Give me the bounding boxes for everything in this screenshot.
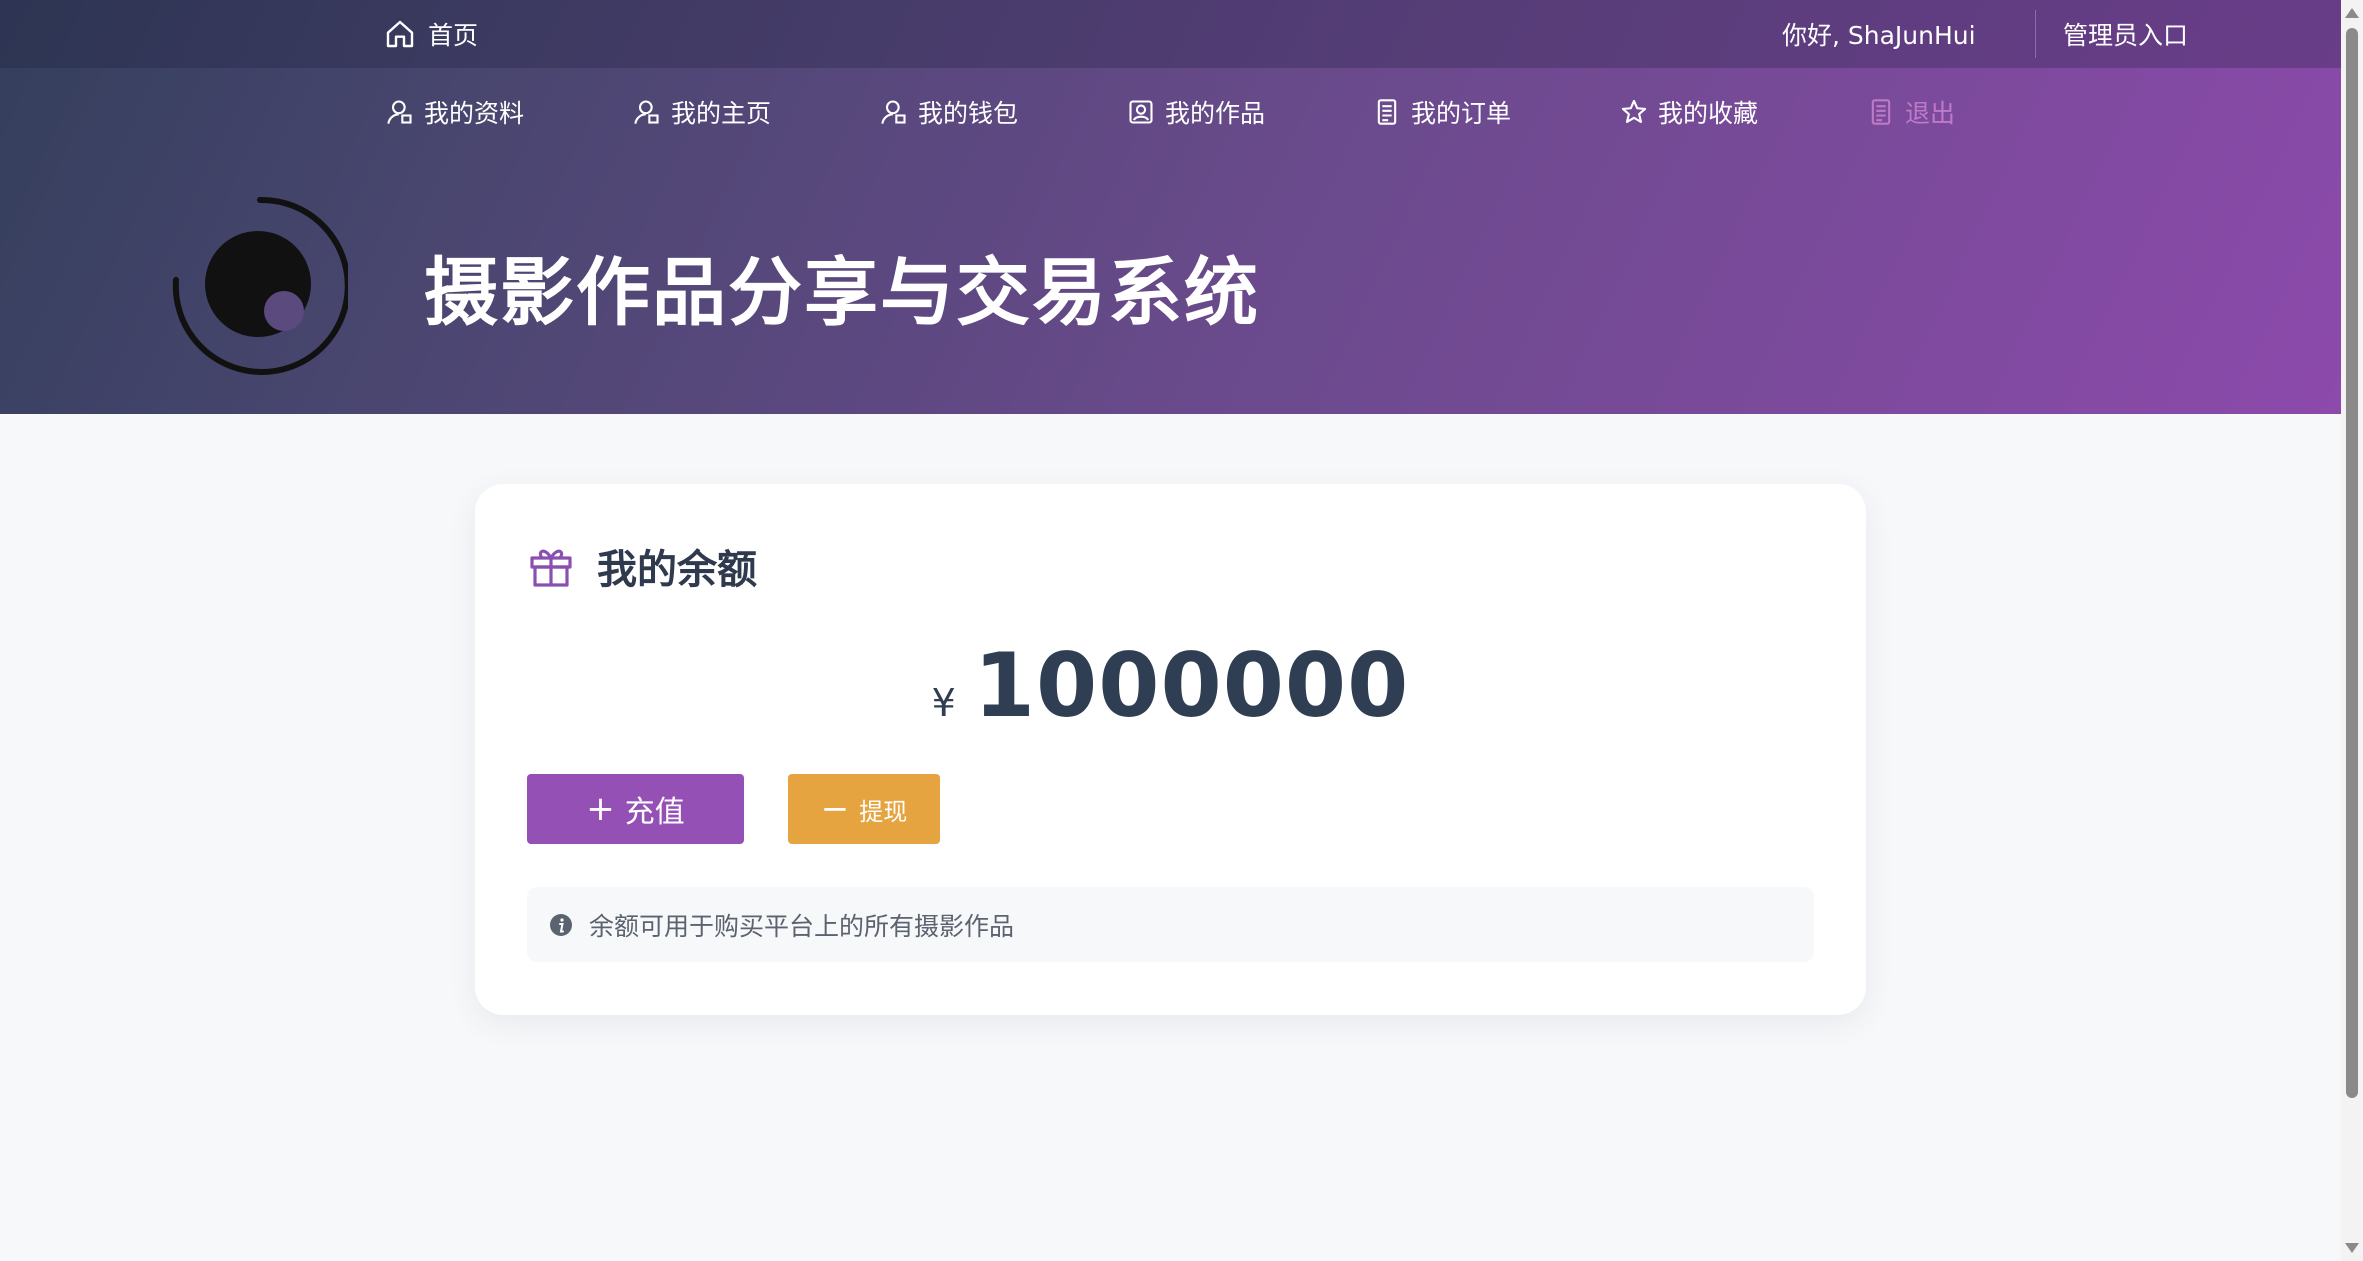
portrait-icon — [1129, 100, 1153, 124]
nav-label: 我的钱包 — [918, 99, 1019, 128]
balance-amount: 1000000 — [973, 634, 1410, 737]
gift-icon — [530, 549, 572, 587]
nav-item-profile[interactable]: 我的资料 — [386, 92, 524, 132]
card-title: 我的余额 — [597, 547, 757, 593]
top-bar: 首页 你好, ShaJunHui 管理员入口 — [0, 0, 2341, 68]
home-link[interactable]: 首页 — [384, 16, 478, 52]
user-greeting: 你好, ShaJunHui — [1782, 21, 1976, 50]
nav-label: 退出 — [1905, 99, 1956, 128]
eclipse-logo — [172, 196, 348, 375]
site-title: 摄影作品分享与交易系统 — [424, 249, 1260, 336]
nav-item-logout[interactable]: 退出 — [1867, 92, 1955, 132]
plus-icon: + — [586, 789, 615, 829]
nav-label: 我的作品 — [1165, 99, 1266, 128]
notice-text: 余额可用于购买平台上的所有摄影作品 — [589, 911, 1015, 941]
nav-item-favorites[interactable]: 我的收藏 — [1620, 92, 1758, 132]
user-icon — [387, 100, 412, 124]
recharge-button[interactable]: + 充值 — [527, 774, 744, 844]
document-icon — [1377, 99, 1397, 125]
star-icon — [1621, 99, 1647, 123]
nav-label: 我的订单 — [1411, 99, 1512, 128]
nav-label: 我的主页 — [671, 99, 772, 128]
nav-label: 我的资料 — [424, 99, 525, 128]
balance-card: 我的余额 ¥ 1000000 + 充值 − 提现 余额可用于购买平台上的所有摄影… — [475, 484, 1866, 1015]
nav-item-works[interactable]: 我的作品 — [1127, 92, 1265, 132]
user-icon — [881, 100, 906, 124]
page-scrollbar[interactable] — [2341, 0, 2363, 1261]
user-icon — [634, 100, 659, 124]
topbar-divider — [2035, 10, 2036, 58]
currency-symbol: ¥ — [931, 681, 956, 725]
recharge-label: 充值 — [624, 795, 685, 830]
scroll-up-arrow[interactable] — [2345, 8, 2359, 18]
balance-notice: 余额可用于购买平台上的所有摄影作品 — [527, 887, 1814, 962]
home-icon — [386, 20, 414, 48]
scroll-down-arrow[interactable] — [2345, 1243, 2359, 1253]
withdraw-label: 提现 — [859, 797, 908, 826]
balance-display: ¥ 1000000 — [475, 634, 1866, 737]
user-nav: 我的资料 我的主页 我的钱包 我的作品 我的订单 我的收藏 退出 — [0, 68, 2341, 156]
info-icon — [550, 913, 572, 936]
nav-item-homepage[interactable]: 我的主页 — [633, 92, 771, 132]
nav-label: 我的收藏 — [1658, 99, 1759, 128]
card-header: 我的余额 — [527, 536, 757, 596]
withdraw-button[interactable]: − 提现 — [788, 774, 940, 844]
admin-entry-link[interactable]: 管理员入口 — [2063, 16, 2188, 52]
nav-item-wallet[interactable]: 我的钱包 — [880, 92, 1018, 132]
minus-icon: − — [820, 789, 850, 829]
nav-item-orders[interactable]: 我的订单 — [1373, 92, 1511, 132]
scroll-thumb[interactable] — [2346, 28, 2358, 1098]
header-banner: 首页 你好, ShaJunHui 管理员入口 我的资料 我的主页 我的钱包 我的… — [0, 0, 2341, 414]
document-icon — [1871, 99, 1891, 125]
home-label: 首页 — [428, 21, 479, 50]
